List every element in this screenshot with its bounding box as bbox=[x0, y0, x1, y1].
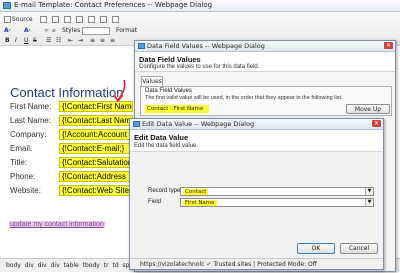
values-group-description: The first valid value will be used, in t… bbox=[145, 95, 343, 101]
placeholder-email[interactable]: {!Contact:E-mail;} bbox=[59, 143, 133, 154]
ie-window-icon bbox=[133, 121, 140, 127]
update-contact-link[interactable]: update my contact information bbox=[9, 221, 105, 228]
copy-icon bbox=[52, 16, 59, 23]
paste-text-button[interactable] bbox=[76, 15, 84, 24]
source-icon bbox=[4, 16, 11, 23]
insert-link-button[interactable]: ∞ bbox=[44, 26, 49, 35]
field-label: First Name: bbox=[10, 102, 52, 111]
field-label: Title: bbox=[10, 158, 28, 167]
values-group-label: Data Field Values bbox=[145, 88, 192, 94]
italic-button[interactable]: I bbox=[15, 36, 17, 45]
placeholder-last-name[interactable]: {!Contact:Last Name;} bbox=[59, 115, 133, 126]
remove-link-button[interactable]: ⌀ bbox=[52, 26, 56, 35]
email-window-title: E-mail Template: Contact Preferences -- … bbox=[14, 1, 213, 9]
email-window-titlebar: E-mail Template: Contact Preferences -- … bbox=[0, 0, 400, 12]
align-left-button[interactable]: ≡ bbox=[90, 36, 95, 45]
undo-icon bbox=[88, 16, 95, 23]
ie-window-icon bbox=[3, 2, 11, 9]
cut-button[interactable] bbox=[40, 15, 48, 24]
edit-data-value-description: Edit the data field value. bbox=[134, 143, 199, 149]
field-label: Website: bbox=[10, 186, 41, 195]
copy-button[interactable] bbox=[52, 15, 60, 24]
record-type-select[interactable]: Contact ▼ bbox=[180, 187, 374, 196]
field-label: Email: bbox=[10, 144, 33, 153]
data-field-values-heading: Data Field Values bbox=[139, 55, 201, 64]
dialog-status-bar: https://vizolatechnolc ✔ Trusted sites |… bbox=[130, 258, 383, 269]
data-field-values-title: Data Field Values -- Webpage Dialog bbox=[147, 42, 265, 50]
move-up-button[interactable]: Move Up bbox=[346, 104, 390, 114]
field-label: Company: bbox=[10, 130, 47, 139]
placeholder-website[interactable]: {!Contact:Web Site;} bbox=[59, 185, 133, 196]
source-button[interactable]: Source bbox=[4, 15, 33, 24]
close-icon[interactable]: ✕ bbox=[372, 120, 381, 127]
field-label: Last Name: bbox=[10, 116, 51, 125]
field-value: First Name bbox=[183, 200, 217, 206]
placeholder-company[interactable]: {!Account:Account Name;} bbox=[59, 129, 133, 140]
bullet-list-button[interactable]: ☷ bbox=[56, 36, 61, 45]
redo-icon bbox=[100, 16, 107, 23]
bold-button[interactable]: B bbox=[5, 36, 10, 45]
ok-button[interactable]: OK bbox=[297, 243, 335, 254]
placeholder-title[interactable]: {!Contact:Salutation;} bbox=[59, 157, 133, 168]
cancel-button[interactable]: Cancel bbox=[340, 243, 378, 254]
data-field-values-titlebar: Data Field Values -- Webpage Dialog ✕ bbox=[135, 41, 395, 52]
values-panel: Data Field Values The first valid value … bbox=[140, 86, 392, 116]
field-label: Phone: bbox=[10, 172, 36, 181]
red-arrow-annotation bbox=[113, 79, 126, 103]
ie-window-icon bbox=[138, 43, 145, 49]
styles-select[interactable]: Styles bbox=[62, 26, 111, 35]
strike-button[interactable]: S bbox=[33, 36, 37, 45]
trusted-check-icon: ✔ bbox=[206, 261, 212, 268]
edit-data-value-header: Edit Data Value Edit the data field valu… bbox=[130, 130, 383, 152]
outdent-button[interactable]: ⇤ bbox=[68, 36, 73, 45]
paste-icon bbox=[64, 16, 71, 23]
edit-data-value-title: Edit Data Value -- Webpage Dialog bbox=[142, 120, 255, 128]
value-list-item[interactable]: Contact : First Name bbox=[145, 105, 209, 113]
cut-icon bbox=[40, 16, 47, 23]
record-type-value: Contact bbox=[183, 189, 209, 195]
tab-values[interactable]: Values bbox=[141, 76, 163, 86]
format-select[interactable]: Format bbox=[116, 26, 137, 35]
paste-text-icon bbox=[76, 16, 83, 23]
field-select[interactable]: First Name ▼ bbox=[180, 198, 374, 207]
chevron-down-icon[interactable]: ▼ bbox=[365, 199, 373, 206]
redo-button[interactable] bbox=[100, 15, 108, 24]
numbered-list-button[interactable]: ☰ bbox=[46, 36, 51, 45]
indent-button[interactable]: ⇥ bbox=[78, 36, 83, 45]
field-label: Field bbox=[148, 199, 162, 205]
align-center-button[interactable]: ≡ bbox=[100, 36, 105, 45]
paste-button[interactable] bbox=[64, 15, 72, 24]
chevron-down-icon[interactable]: ▼ bbox=[365, 188, 373, 195]
status-url: https://vizolatechnolc bbox=[140, 261, 205, 268]
bg-color-button[interactable]: A· bbox=[24, 26, 31, 35]
edit-data-value-titlebar: Edit Data Value -- Webpage Dialog ✕ bbox=[130, 119, 383, 130]
undo-button[interactable] bbox=[88, 15, 96, 24]
close-icon[interactable]: ✕ bbox=[384, 42, 393, 49]
edit-data-value-heading: Edit Data Value bbox=[134, 133, 189, 142]
data-field-values-description: Configure the values to use for this dat… bbox=[139, 64, 260, 70]
align-right-button[interactable]: ≡ bbox=[110, 36, 115, 45]
underline-button[interactable]: U bbox=[24, 36, 28, 45]
status-trusted-sites: Trusted sites | Protected Mode: Off bbox=[213, 261, 317, 268]
data-field-values-header: Data Field Values Configure the values t… bbox=[135, 52, 395, 72]
find-icon bbox=[112, 16, 119, 23]
find-button[interactable] bbox=[112, 15, 120, 24]
contact-info-heading: Contact Information bbox=[10, 85, 124, 100]
record-type-label: Record type bbox=[148, 188, 181, 194]
placeholder-phone[interactable]: {!Contact:Address 1;} bbox=[59, 171, 133, 182]
text-color-button[interactable]: A· bbox=[4, 26, 11, 35]
